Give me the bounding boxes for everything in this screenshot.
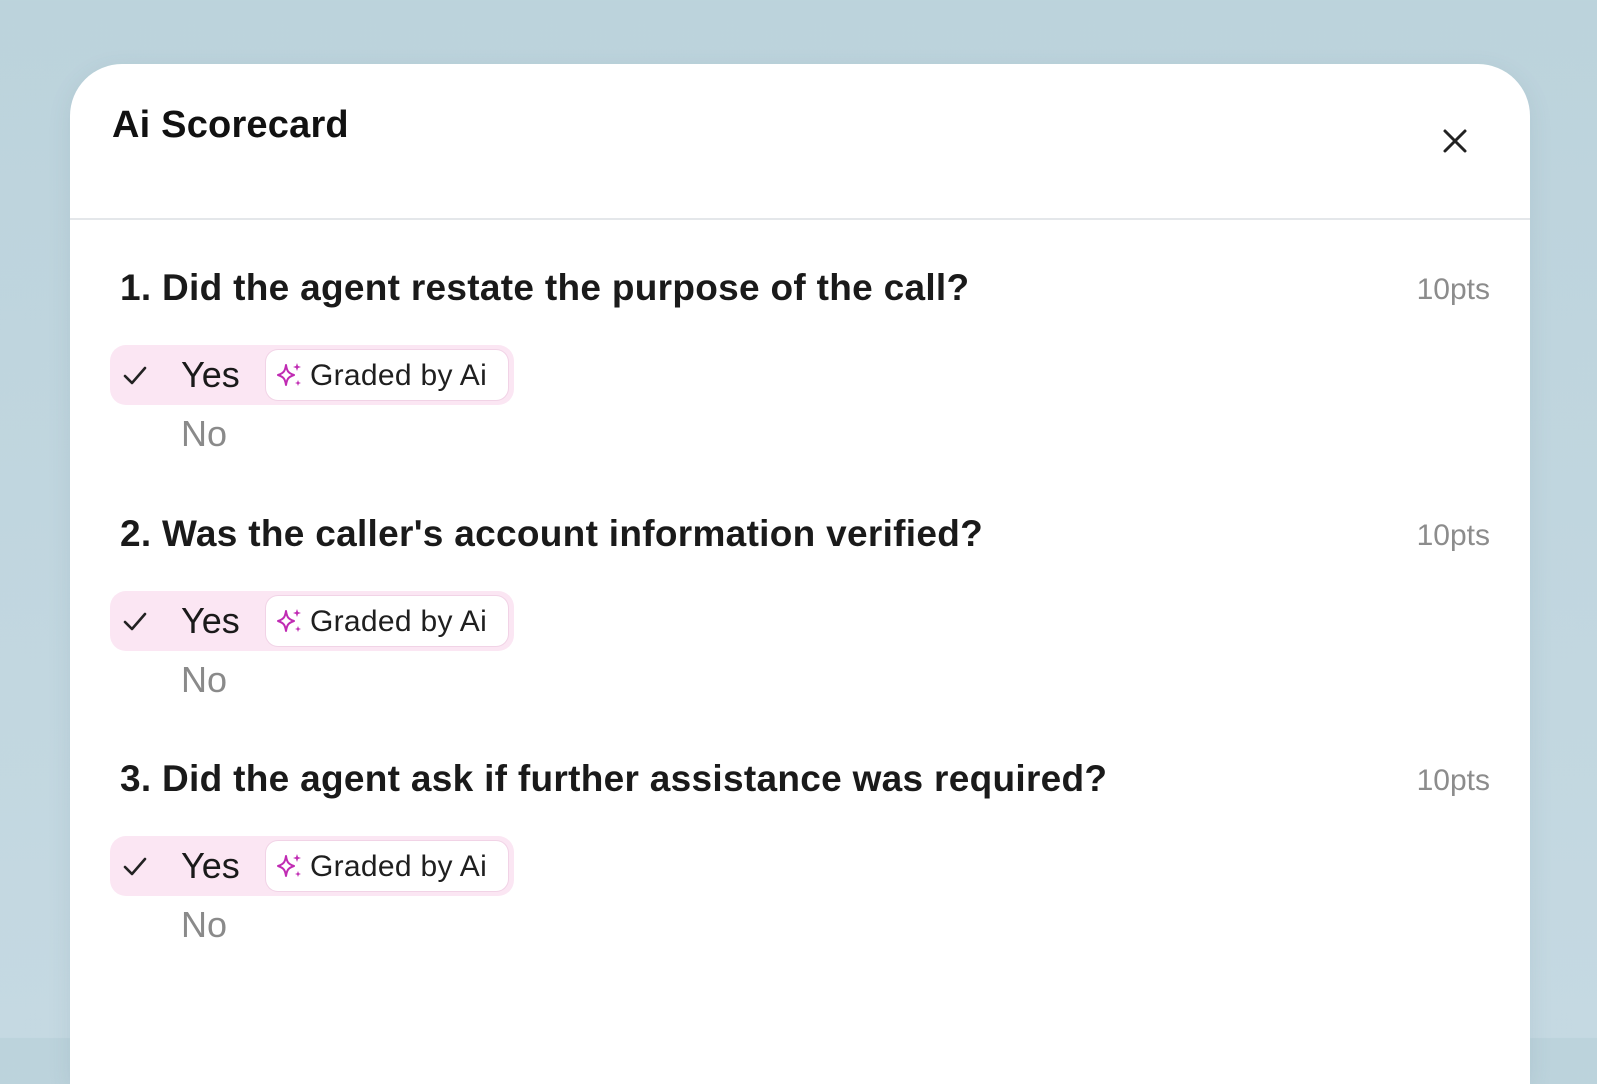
question-1: 1. Did the agent restate the purpose of …: [70, 267, 1530, 507]
option-yes-label: Yes: [181, 354, 240, 395]
option-no[interactable]: No: [181, 904, 227, 946]
sparkle-icon: [277, 363, 301, 386]
option-yes-selected[interactable]: Yes Graded by Ai: [110, 591, 514, 651]
option-no[interactable]: No: [181, 659, 227, 701]
graded-by-ai-label: Graded by Ai: [310, 359, 488, 392]
option-yes-selected[interactable]: Yes Graded by Ai: [110, 345, 514, 405]
question-points: 10pts: [1416, 519, 1490, 552]
close-button[interactable]: [1440, 126, 1470, 156]
close-icon: [1443, 129, 1467, 153]
ai-scorecard-dialog: Ai Scorecard 1. Did the agent restate th…: [70, 64, 1530, 1084]
question-2: 2. Was the caller's account information …: [70, 513, 1530, 753]
graded-by-ai-badge: Graded by Ai: [266, 596, 508, 646]
option-yes-label: Yes: [181, 845, 240, 886]
dialog-header: Ai Scorecard: [70, 64, 1530, 220]
check-icon: [123, 366, 147, 385]
question-text: 2. Was the caller's account information …: [120, 513, 984, 554]
question-text: 3. Did the agent ask if further assistan…: [120, 758, 1108, 799]
graded-by-ai-label: Graded by Ai: [310, 605, 488, 638]
option-yes-label: Yes: [181, 600, 240, 641]
graded-by-ai-badge: Graded by Ai: [266, 841, 508, 891]
dialog-title: Ai Scorecard: [112, 104, 349, 146]
question-points: 10pts: [1416, 764, 1490, 797]
question-text: 1. Did the agent restate the purpose of …: [120, 267, 970, 308]
question-3: 3. Did the agent ask if further assistan…: [70, 758, 1530, 998]
sparkle-icon: [277, 609, 301, 632]
sparkle-icon: [277, 854, 301, 877]
graded-by-ai-badge: Graded by Ai: [266, 350, 508, 400]
check-icon: [123, 857, 147, 876]
option-yes-selected[interactable]: Yes Graded by Ai: [110, 836, 514, 896]
option-no[interactable]: No: [181, 413, 227, 455]
check-icon: [123, 612, 147, 631]
question-points: 10pts: [1416, 273, 1490, 306]
graded-by-ai-label: Graded by Ai: [310, 850, 488, 883]
